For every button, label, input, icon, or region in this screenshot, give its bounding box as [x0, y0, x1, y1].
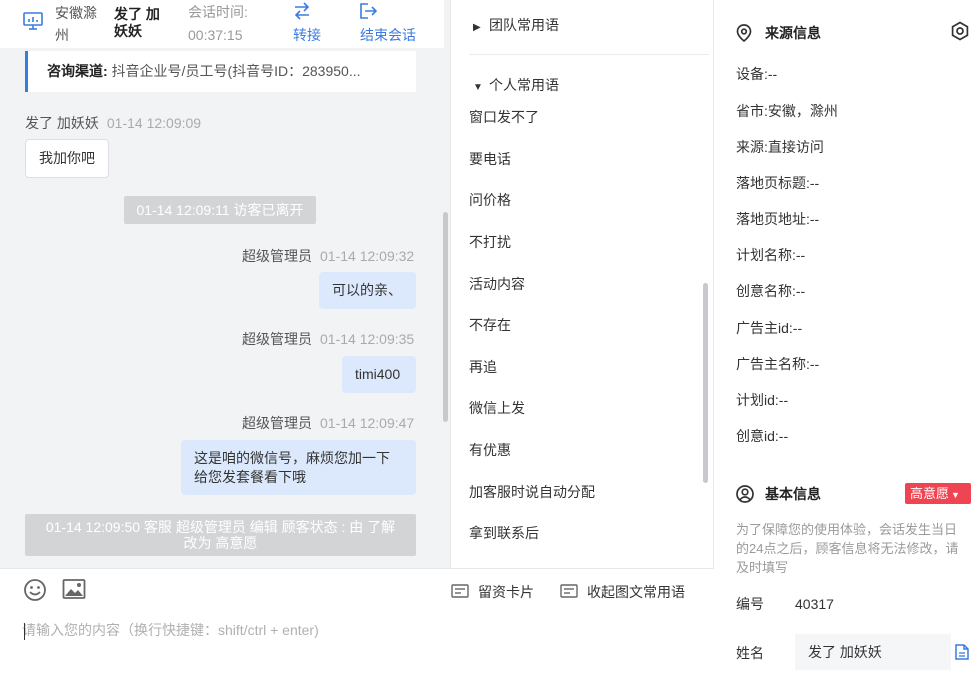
customer-info-panel: 来源信息 设备:-- 省市:安徽，滁州 来源:直接访问 落地页标题:-- 落地页… [714, 0, 977, 675]
info-source: 来源:直接访问 [736, 139, 824, 155]
message-composer: 留资卡片 收起图文常用语 [0, 568, 714, 675]
system-note: 01-14 12:09:11 访客已离开 [124, 196, 316, 224]
name-field[interactable] [795, 634, 951, 670]
phrase-item[interactable]: 要电话 [469, 149, 511, 169]
phrase-item[interactable]: 加客服时说自动分配 [469, 482, 595, 502]
phrases-scrollbar[interactable] [703, 283, 708, 483]
agent-message-bubble: 这是咱的微信号，麻烦您加一下 给您发套餐看下哦 [181, 440, 416, 495]
chat-scrollbar[interactable] [443, 212, 448, 422]
transfer-button[interactable]: 转接 [292, 0, 332, 46]
collapse-phrases-label: 收起图文常用语 [587, 584, 685, 600]
team-phrases-group[interactable]: ▶ 团队常用语 [473, 15, 559, 38]
agent-message-bubble: 可以的亲、 [319, 272, 416, 309]
card-icon [451, 584, 469, 598]
web-visitor-icon [23, 12, 43, 30]
emoji-icon[interactable] [23, 578, 47, 602]
leave-card-label: 留资卡片 [478, 584, 534, 600]
info-plan-name: 计划名称:-- [736, 247, 806, 263]
info-landing-url: 落地页地址:-- [736, 211, 820, 227]
info-landing-title: 落地页标题:-- [736, 175, 820, 191]
intent-status-dropdown[interactable]: 高意愿 ▼ [905, 483, 971, 504]
visitor-message-bubble: 我加你吧 [25, 139, 109, 178]
end-session-label: 结束会话 [360, 27, 416, 43]
note-line: 改为 高意愿 [183, 535, 258, 551]
phrase-item[interactable]: 窗口发不了 [469, 107, 539, 127]
channel-value: 抖音企业号/员工号(抖音号ID：283950... [111, 63, 361, 79]
info-province-city: 省市:安徽，滁州 [736, 103, 838, 119]
visitor-name: 发了 加妖妖 [114, 6, 160, 39]
divider [469, 54, 709, 55]
visitor-location: 安徽滁州 [55, 5, 97, 43]
phrase-item[interactable]: 活动内容 [469, 274, 525, 294]
chat-panel: 安徽滁州 发了 加妖妖 会话时间: 00:37:15 转接 结束会话 咨询渠道:… [0, 0, 450, 568]
exit-icon [360, 3, 378, 19]
info-plan-id: 计划id:-- [736, 392, 789, 408]
message-time: 01-14 12:09:35 [320, 331, 415, 347]
info-creative-name: 创意名称:-- [736, 283, 806, 299]
name-label: 姓名 [736, 645, 764, 661]
phrase-item[interactable]: 有优惠 [469, 440, 511, 460]
info-advertiser-id: 广告主id:-- [736, 320, 803, 336]
phrase-item[interactable]: 不打扰 [469, 232, 511, 252]
status-change-note: 01-14 12:09:50 客服 超级管理员 编辑 顾客状态 : 由 了解 改… [25, 514, 416, 556]
message-sender: 超级管理员 [242, 331, 312, 347]
quick-phrases-panel: ▶ 团队常用语 ▼ 个人常用语 窗口发不了 要电话 问价格 不打扰 活动内容 不存在… [450, 0, 714, 568]
phrase-item[interactable]: 问价格 [469, 190, 511, 210]
message-time: 01-14 12:09:32 [320, 248, 415, 264]
info-device: 设备:-- [736, 66, 778, 82]
agent-message-bubble: timi400 [342, 356, 416, 393]
caret-down-icon: ▼ [473, 82, 483, 93]
message-line: 这是咱的微信号，麻烦您加一下 [194, 450, 390, 466]
message-sender: 超级管理员 [242, 248, 312, 264]
chat-header: 安徽滁州 发了 加妖妖 会话时间: 00:37:15 转接 结束会话 [0, 0, 444, 48]
caret-right-icon: ▶ [473, 22, 481, 33]
message-time: 01-14 12:09:47 [320, 415, 415, 431]
message-input[interactable] [22, 617, 692, 643]
group-label: 个人常用语 [489, 77, 559, 93]
info-advertiser-name: 广告主名称:-- [736, 356, 820, 372]
text-caret [24, 623, 25, 640]
location-pin-icon [736, 24, 752, 42]
transfer-label: 转接 [293, 27, 321, 43]
group-label: 团队常用语 [489, 17, 559, 33]
image-icon[interactable] [62, 578, 86, 600]
edit-notice: 为了保障您的使用体验，会话发生当日的24点之后，顾客信息将无法修改，请及时填写 [736, 522, 959, 575]
session-time-label: 会话时间: [188, 4, 248, 20]
message-meta: 超级管理员 01-14 12:09:35 [242, 330, 414, 348]
phrase-item[interactable]: 不存在 [469, 315, 511, 335]
note-line: 01-14 12:09:50 客服 超级管理员 编辑 顾客状态 : 由 了解 [45, 519, 396, 535]
phrase-item[interactable]: 拿到联系后 [469, 523, 539, 543]
user-icon [736, 485, 754, 503]
message-meta: 超级管理员 01-14 12:09:32 [242, 247, 414, 265]
channel-label: 咨询渠道: [47, 63, 108, 79]
caret-down-icon: ▼ [951, 490, 960, 500]
id-value: 40317 [795, 596, 834, 612]
intent-status-label: 高意愿 [910, 486, 950, 501]
card-icon [560, 584, 578, 598]
id-label: 编号 [736, 596, 764, 612]
end-session-button[interactable]: 结束会话 [359, 0, 429, 46]
message-line: 给您发套餐看下哦 [194, 469, 306, 485]
edit-document-icon[interactable] [955, 644, 969, 660]
message-meta: 超级管理员 01-14 12:09:47 [242, 414, 414, 432]
settings-icon[interactable] [950, 21, 970, 41]
message-time: 01-14 12:09:09 [106, 115, 202, 131]
phrase-item[interactable]: 微信上发 [469, 398, 525, 418]
channel-info: 咨询渠道: 抖音企业号/员工号(抖音号ID：283950... [25, 51, 416, 92]
message-sender: 发了 加妖妖 [25, 115, 99, 131]
phrase-item[interactable]: 再追 [469, 357, 497, 377]
chat-workspace: 安徽滁州 发了 加妖妖 会话时间: 00:37:15 转接 结束会话 咨询渠道:… [0, 0, 977, 675]
personal-phrases-group[interactable]: ▼ 个人常用语 [473, 75, 559, 98]
session-time-value: 00:37:15 [188, 27, 243, 43]
info-creative-id: 创意id:-- [736, 428, 789, 444]
transfer-icon [294, 2, 310, 20]
message-meta: 发了 加妖妖 01-14 12:09:09 [25, 114, 201, 132]
message-sender: 超级管理员 [242, 415, 312, 431]
